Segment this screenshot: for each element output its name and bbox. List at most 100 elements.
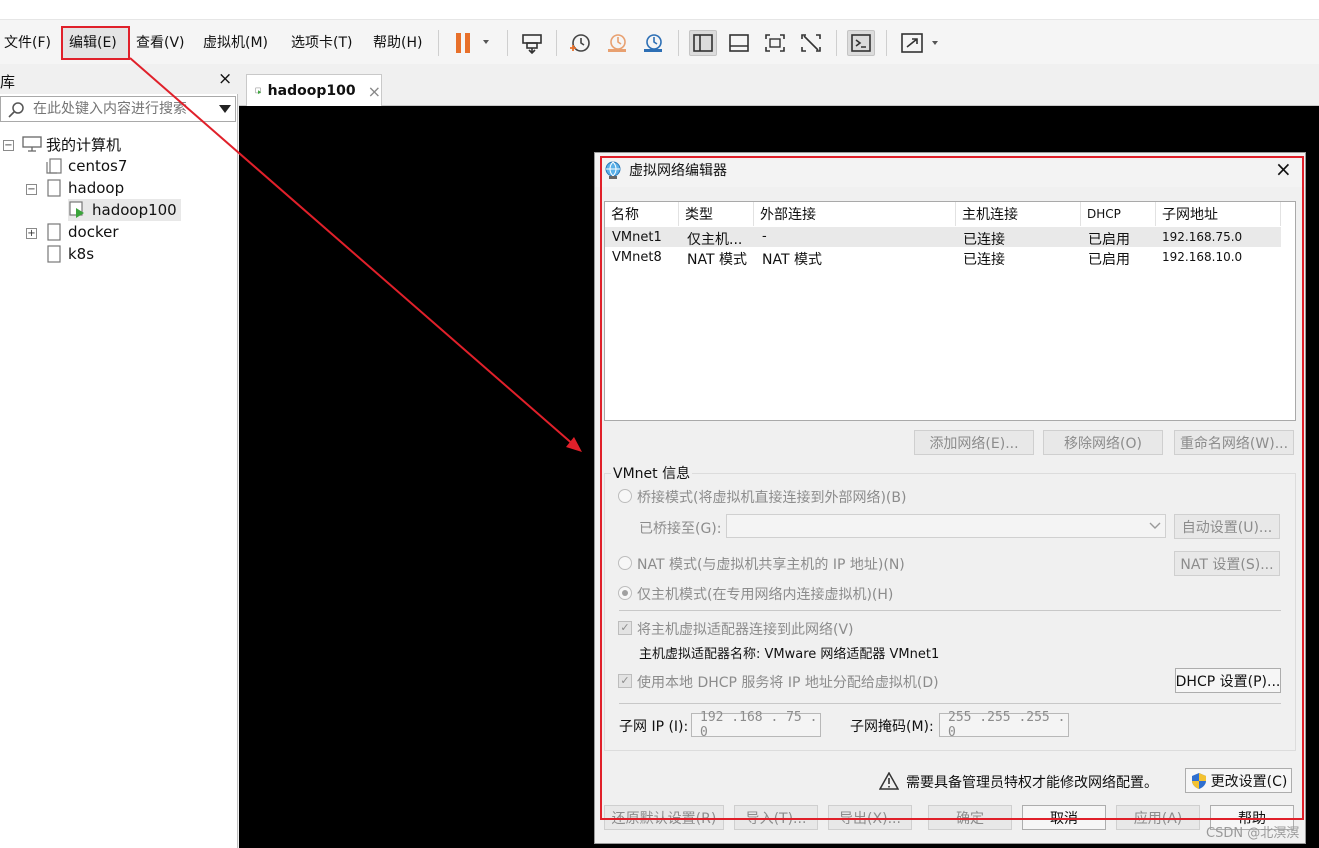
export-button[interactable]: 导出(X)...: [828, 805, 912, 830]
cell-name: VMnet1: [612, 230, 662, 245]
apply-button[interactable]: 应用(A): [1116, 805, 1200, 830]
menu-edit[interactable]: 编辑(E): [69, 32, 117, 52]
host-only-radio[interactable]: [618, 586, 632, 600]
subnet-mask-label: 子网掩码(M):: [850, 719, 934, 735]
adapter-name-text: 主机虚拟适配器名称: VMware 网络适配器 VMnet1: [639, 647, 940, 662]
running-vm-icon: [255, 87, 262, 95]
connect-adapter-checkbox[interactable]: ✓: [618, 621, 632, 635]
divider: [619, 610, 1281, 611]
import-button[interactable]: 导入(T)...: [734, 805, 818, 830]
tree-item-label: k8s: [68, 245, 95, 263]
tree-item-my-computer[interactable]: 我的计算机: [22, 133, 121, 155]
auto-settings-button[interactable]: 自动设置(U)...: [1174, 514, 1280, 539]
column-header-type[interactable]: 类型: [679, 202, 754, 226]
window-top-strip: [0, 0, 1319, 20]
menu-file[interactable]: 文件(F): [4, 32, 51, 52]
search-input[interactable]: [33, 99, 203, 119]
cell-dhcp: 已启用: [1088, 252, 1130, 268]
unity-icon[interactable]: [797, 30, 825, 56]
cancel-button[interactable]: 取消: [1022, 805, 1106, 830]
dhcp-settings-button[interactable]: DHCP 设置(P)...: [1175, 668, 1281, 693]
tree-item-label: docker: [68, 223, 119, 241]
divider: [619, 703, 1281, 704]
tree-item-hadoop100[interactable]: hadoop100: [68, 199, 181, 221]
toolbar-separator: [886, 30, 887, 56]
change-settings-label: 更改设置(C): [1210, 773, 1288, 790]
search-dropdown-icon[interactable]: [219, 105, 231, 114]
cell-host: 已连接: [963, 252, 1005, 268]
column-header-subnet[interactable]: 子网地址: [1156, 202, 1281, 226]
folder-vm-icon: [47, 179, 61, 197]
use-dhcp-checkbox[interactable]: ✓: [618, 674, 632, 688]
ok-button[interactable]: 确定: [928, 805, 1012, 830]
restore-defaults-button[interactable]: 还原默认设置(R): [604, 805, 724, 830]
subnet-ip-field[interactable]: 192 .168 . 75 . 0: [691, 710, 821, 740]
nat-settings-button[interactable]: NAT 设置(S)...: [1174, 551, 1280, 576]
toolbar-separator: [836, 30, 837, 56]
toolbar-separator: [556, 30, 557, 56]
network-table: 名称 类型 外部连接 主机连接 DHCP 子网地址 VMnet1 仅主机... …: [604, 201, 1296, 421]
cell-dhcp: 已启用: [1088, 232, 1130, 248]
table-row[interactable]: VMnet8 NAT 模式 NAT 模式 已连接 已启用 192.168.10.…: [605, 247, 1281, 268]
cell-subnet: 192.168.10.0: [1162, 250, 1243, 264]
snapshot-icon[interactable]: [566, 30, 594, 56]
tree-item-docker[interactable]: docker: [45, 221, 119, 243]
bridged-radio[interactable]: [618, 489, 632, 503]
revert-snapshot-icon[interactable]: [603, 30, 631, 56]
tree-item-k8s[interactable]: k8s: [45, 243, 94, 265]
subnet-mask-field[interactable]: 255 .255 .255 . 0: [939, 710, 1069, 740]
admin-notice: 需要具备管理员特权才能修改网络配置。: [906, 775, 1158, 791]
change-settings-button[interactable]: 更改设置(C): [1185, 768, 1292, 793]
table-row[interactable]: VMnet1 仅主机... - 已连接 已启用 192.168.75.0: [605, 227, 1281, 248]
search-icon: [8, 102, 24, 118]
shield-icon: [1191, 772, 1206, 789]
tab-close-button[interactable]: ×: [368, 82, 381, 101]
stretch-icon[interactable]: [897, 30, 943, 56]
tree-item-centos7[interactable]: centos7: [45, 155, 127, 177]
tree-collapse-icon[interactable]: −: [3, 140, 14, 151]
tree-expand-icon[interactable]: +: [26, 228, 37, 239]
menu-vm[interactable]: 虚拟机(M): [203, 32, 268, 52]
snapshot-manager-icon[interactable]: [639, 30, 667, 56]
cell-host: 已连接: [963, 232, 1005, 248]
pause-icon[interactable]: [450, 30, 492, 56]
bridged-to-select[interactable]: [726, 514, 1166, 538]
add-network-button[interactable]: 添加网络(E)...: [914, 430, 1034, 455]
bridged-label: 桥接模式(将虚拟机直接连接到外部网络)(B): [637, 490, 907, 506]
host-only-label: 仅主机模式(在专用网络内连接虚拟机)(H): [637, 587, 894, 603]
tab-label: hadoop100: [267, 83, 356, 99]
thumbnail-view-icon[interactable]: [725, 30, 753, 56]
nat-label: NAT 模式(与虚拟机共享主机的 IP 地址)(N): [637, 557, 905, 573]
dialog-close-button[interactable]: ×: [1275, 157, 1292, 181]
bridged-to-label: 已桥接至(G):: [639, 521, 722, 537]
column-header-external[interactable]: 外部连接: [754, 202, 956, 226]
console-icon[interactable]: [847, 30, 875, 56]
library-search: [0, 96, 236, 122]
computer-icon: [22, 136, 42, 152]
cell-external: NAT 模式: [762, 252, 822, 268]
connect-adapter-label: 将主机虚拟适配器连接到此网络(V): [637, 622, 854, 638]
column-header-host[interactable]: 主机连接: [956, 202, 1081, 226]
tab-hadoop100[interactable]: hadoop100 ×: [246, 74, 382, 107]
tree-item-hadoop[interactable]: hadoop: [45, 177, 124, 199]
menu-tabs[interactable]: 选项卡(T): [291, 32, 352, 52]
library-view-icon[interactable]: [689, 30, 717, 56]
fullscreen-icon[interactable]: [761, 30, 789, 56]
cell-subnet: 192.168.75.0: [1162, 230, 1243, 244]
tree-item-label: centos7: [68, 157, 128, 175]
subnet-ip-label: 子网 IP (I):: [619, 719, 689, 735]
toolbar-separator: [507, 30, 508, 56]
remove-network-button[interactable]: 移除网络(O): [1043, 430, 1163, 455]
rename-network-button[interactable]: 重命名网络(W)...: [1174, 430, 1294, 455]
folder-vm-icon: [47, 245, 61, 263]
tree-collapse-icon[interactable]: −: [26, 184, 37, 195]
column-header-name[interactable]: 名称: [605, 202, 679, 226]
library-close-button[interactable]: ×: [218, 69, 232, 89]
menu-view[interactable]: 查看(V): [136, 32, 185, 52]
globe-network-icon: [605, 161, 621, 179]
send-keys-icon[interactable]: [518, 30, 546, 56]
column-header-dhcp[interactable]: DHCP: [1081, 202, 1156, 226]
nat-radio[interactable]: [618, 556, 632, 570]
vm-icon: [46, 158, 62, 174]
menu-help[interactable]: 帮助(H): [373, 32, 422, 52]
